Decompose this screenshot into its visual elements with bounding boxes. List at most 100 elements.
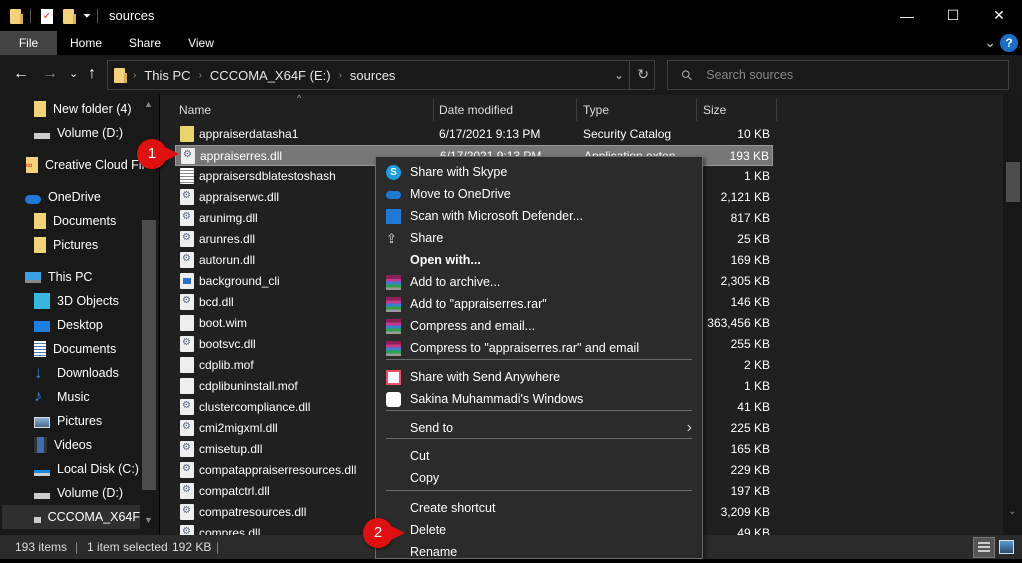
column-header-date[interactable]: Date modified	[439, 99, 513, 121]
file-name: appraiserdatasha1	[199, 127, 299, 141]
sidebar-item-desktop[interactable]: Desktop	[34, 313, 103, 337]
column-header-name[interactable]: Name	[179, 99, 211, 121]
menu-item-share-with-send-anywhere[interactable]: Share with Send Anywhere	[376, 366, 702, 388]
ribbon: File Home Share View ⌄ ?	[0, 31, 1022, 55]
customize-toolbar-icon[interactable]: ⏷	[83, 11, 91, 22]
scroll-up-icon[interactable]: ▲	[144, 99, 153, 109]
sidebar-item-documents[interactable]: Documents	[34, 337, 116, 361]
sidebar-item-volume-d[interactable]: Volume (D:)	[34, 121, 123, 145]
menu-item-send-to[interactable]: Send to ›	[376, 417, 702, 439]
winrar-icon	[386, 319, 401, 334]
sidebar-item-new-folder[interactable]: New folder (4)	[34, 97, 132, 121]
column-header-type[interactable]: Type	[583, 99, 609, 121]
folder-icon[interactable]	[10, 8, 23, 24]
search-box[interactable]: ⚲ Search sources	[667, 60, 1009, 90]
winrar-icon	[386, 275, 401, 290]
breadcrumb-drive[interactable]: CCCOMA_X64F (E:)	[210, 68, 331, 83]
sidebar-item-onedrive-documents[interactable]: Documents	[34, 209, 116, 233]
minimize-button[interactable]: —	[884, 0, 930, 31]
file-size: 229 KB	[730, 463, 770, 477]
scrollbar-thumb[interactable]	[1006, 162, 1020, 202]
folder-icon	[34, 101, 46, 117]
file-row[interactable]: appraiserdatasha1 6/17/2021 9:13 PM Securi…	[175, 124, 773, 145]
sidebar-item-label: New folder (4)	[53, 102, 132, 116]
tab-share[interactable]: Share	[119, 31, 171, 55]
sidebar-item-onedrive[interactable]: OneDrive	[25, 185, 101, 209]
sidebar-item-cccoma[interactable]: CCCOMA_X64F	[2, 505, 140, 529]
column-divider[interactable]	[776, 99, 777, 121]
dll-file-icon	[180, 420, 194, 436]
vertical-scrollbar[interactable]: ⌄	[1003, 95, 1022, 535]
scroll-down-icon[interactable]: ▼	[144, 515, 153, 525]
column-header-size[interactable]: Size	[703, 99, 726, 121]
menu-item-add-to-archive[interactable]: Add to archive...	[376, 271, 702, 293]
menu-item-share[interactable]: ⇪ Share	[376, 227, 702, 249]
up-button[interactable]: ↑	[88, 65, 96, 83]
expand-ribbon-icon[interactable]: ⌄	[984, 34, 996, 51]
tab-file[interactable]: File	[0, 31, 57, 55]
menu-item-create-shortcut[interactable]: Create shortcut	[376, 497, 702, 519]
sidebar-item-label: Creative Cloud Fil	[45, 158, 145, 172]
breadcrumb-sources[interactable]: sources	[350, 68, 396, 83]
sidebar-item-onedrive-pictures[interactable]: Pictures	[34, 233, 98, 257]
column-divider[interactable]	[696, 99, 697, 121]
scroll-down-icon[interactable]: ⌄	[1008, 506, 1016, 517]
properties-icon[interactable]: ✓	[41, 8, 53, 24]
selected-size: 192 KB	[172, 540, 212, 554]
item-count: 193 items	[15, 540, 68, 554]
column-divider[interactable]	[576, 99, 577, 121]
file-size: 1 KB	[743, 379, 770, 393]
details-view-button[interactable]	[973, 537, 995, 558]
menu-separator	[386, 359, 692, 360]
maximize-button[interactable]: ☐	[930, 0, 976, 31]
menu-item-delete[interactable]: Delete	[376, 519, 702, 541]
back-button[interactable]: ←	[13, 65, 29, 83]
sidebar-item-downloads[interactable]: ↓ Downloads	[34, 361, 119, 385]
menu-item-copy[interactable]: Copy	[376, 467, 702, 489]
tab-home[interactable]: Home	[60, 31, 112, 55]
menu-item-open-with[interactable]: Open with...	[376, 249, 702, 271]
menu-item-cut[interactable]: Cut	[376, 445, 702, 467]
menu-item-compress-to-appraiserres-rar-and-email[interactable]: Compress to "appraiserres.rar" and email	[376, 337, 702, 359]
menu-item-scan-with-microsoft-defender[interactable]: Scan with Microsoft Defender...	[376, 205, 702, 227]
menu-item-compress-and-email[interactable]: Compress and email...	[376, 315, 702, 337]
sidebar-item-volume-d-2[interactable]: Volume (D:)	[34, 481, 123, 505]
onedrive-icon	[25, 194, 41, 204]
annotation-badge-2: 2	[363, 518, 405, 548]
menu-item-sakina-muhammadi-s-windows[interactable]: Sakina Muhammadi's Windows	[376, 388, 702, 410]
sidebar-item-music[interactable]: ♪ Music	[34, 385, 90, 409]
file-size: 193 KB	[729, 149, 769, 163]
sidebar-item-this-pc[interactable]: This PC	[25, 265, 92, 289]
text-file-icon	[180, 168, 194, 184]
sidebar-item-label: 3D Objects	[57, 294, 119, 308]
desktop-icon	[34, 320, 50, 332]
tab-view[interactable]: View	[176, 31, 226, 55]
help-icon[interactable]: ?	[1000, 34, 1018, 52]
sidebar-item-3d-objects[interactable]: 3D Objects	[34, 289, 119, 313]
refresh-button[interactable]: ↻	[637, 66, 649, 83]
dll-file-icon	[180, 189, 194, 205]
dll-file-icon	[180, 252, 194, 268]
menu-separator	[386, 490, 692, 491]
recent-locations-button[interactable]: ⌄	[69, 67, 78, 80]
sidebar-item-local-disk-c[interactable]: Local Disk (C:)	[34, 457, 139, 481]
column-divider[interactable]	[433, 99, 434, 121]
large-icons-view-button[interactable]	[999, 540, 1014, 554]
file-name: clustercompliance.dll	[199, 400, 311, 414]
menu-item-rename[interactable]: Rename	[376, 541, 702, 563]
close-button[interactable]: ✕	[976, 0, 1022, 31]
sidebar-item-videos[interactable]: Videos	[34, 433, 92, 457]
forward-button[interactable]: →	[42, 65, 58, 83]
sidebar-item-creative-cloud[interactable]: ∞ Creative Cloud Fil	[26, 153, 144, 177]
sidebar-scrollbar-thumb[interactable]	[142, 220, 156, 490]
search-input[interactable]: Search sources	[706, 68, 793, 82]
sidebar-item-pictures[interactable]: Pictures	[34, 409, 102, 433]
menu-item-share-with-skype[interactable]: S Share with Skype	[376, 161, 702, 183]
menu-item-move-to-onedrive[interactable]: Move to OneDrive	[376, 183, 702, 205]
breadcrumb-this-pc[interactable]: This PC	[144, 68, 190, 83]
new-folder-icon[interactable]	[63, 8, 76, 24]
address-dropdown-button[interactable]: ⌄	[614, 68, 624, 82]
file-name: arunimg.dll	[199, 211, 258, 225]
menu-item-add-to-appraiserres-rar[interactable]: Add to "appraiserres.rar"	[376, 293, 702, 315]
address-bar[interactable]: › This PC › CCCOMA_X64F (E:) › sources ⌄…	[107, 60, 655, 90]
